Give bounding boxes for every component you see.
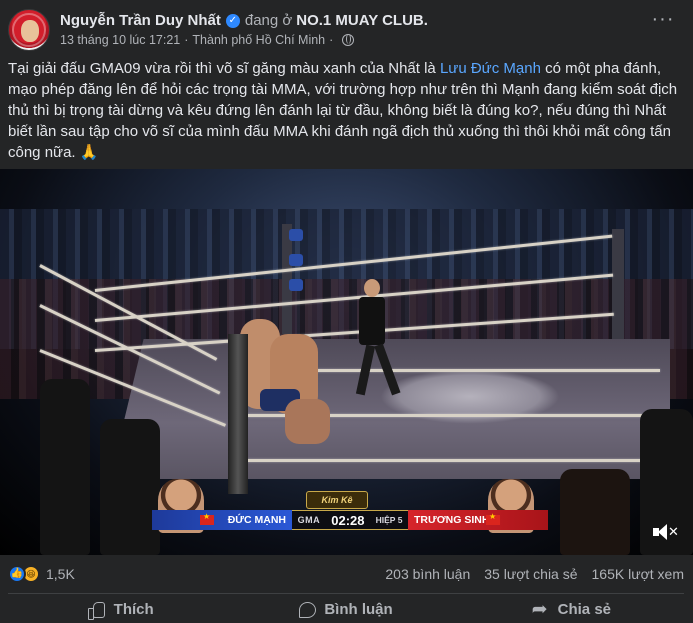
checkin-location-link[interactable]: NO.1 MUAY CLUB. (296, 12, 428, 29)
comment-button[interactable]: Bình luận (233, 596, 458, 623)
status-text: đang ở (244, 12, 293, 29)
post-meta: 13 tháng 10 lúc 17:21 · Thành phố Hồ Chí… (60, 33, 355, 47)
verified-badge-icon: ✓ (225, 13, 240, 28)
referee-figure (355, 279, 401, 399)
fighter-leg (285, 399, 330, 444)
scoreboard-center: GMA 02:28 HIỆP 5 (292, 510, 408, 530)
spectator-figure (560, 469, 630, 555)
vietnam-flag-icon (486, 512, 500, 525)
actions-divider (8, 593, 684, 594)
post-text-part-1: Tại giải đấu GMA09 vừa rồi thì võ sĩ găn… (8, 60, 440, 77)
meta-separator-2: · (329, 33, 334, 47)
share-icon (532, 598, 550, 621)
more-options-button[interactable]: ··· (646, 9, 680, 34)
like-reaction-icon: 👍 (8, 565, 26, 583)
author-avatar[interactable] (8, 9, 50, 51)
corner-pad (289, 254, 303, 266)
like-label: Thích (113, 601, 154, 618)
post-actions: Thích Bình luận Chia sẻ (8, 596, 684, 623)
like-button[interactable]: Thích (8, 596, 233, 623)
volume-muted-icon[interactable]: ✕ (653, 523, 679, 543)
reactions-count[interactable]: 1,5K (46, 566, 75, 582)
fighter-left-name: ĐỨC MẠNH (227, 514, 286, 526)
mute-x-icon: ✕ (668, 524, 679, 539)
shares-count[interactable]: 35 lượt chia sẻ (484, 566, 577, 582)
post-stats: 👍 😆 1,5K 203 bình luận 35 lượt chia sẻ 1… (8, 561, 684, 587)
reactions-summary[interactable]: 👍 😆 1,5K (8, 565, 75, 583)
globe-icon (342, 34, 355, 46)
share-label: Chia sẻ (557, 601, 611, 618)
comment-icon (299, 601, 317, 618)
thumbs-up-icon (87, 601, 106, 620)
speaker-icon-part (658, 524, 667, 540)
scoreboard-right: TRƯƠNG SINH (408, 510, 548, 530)
comments-count[interactable]: 203 bình luận (385, 566, 470, 582)
post-body: Tại giải đấu GMA09 vừa rồi thì võ sĩ găn… (8, 58, 684, 163)
ring-post-left (228, 334, 248, 494)
round-label: HIỆP 5 (375, 515, 403, 525)
vietnam-flag-icon (200, 512, 214, 525)
spectator-figure (100, 419, 160, 555)
referee-body (359, 297, 385, 345)
post-timestamp[interactable]: 13 tháng 10 lúc 17:21 (60, 33, 180, 47)
scoreboard-left: ĐỨC MẠNH (152, 510, 292, 530)
meta-separator: · (184, 33, 189, 47)
corner-pad (289, 229, 303, 241)
ring-rope (240, 459, 680, 462)
comment-label: Bình luận (324, 601, 393, 618)
post-place-link[interactable]: Thành phố Hồ Chí Minh (192, 33, 325, 47)
corner-pad (289, 279, 303, 291)
video-player[interactable]: Kim Kê ĐỨC MẠNH GMA 02:28 HIỆP 5 TRƯƠNG … (0, 169, 693, 555)
avatar-face (21, 20, 39, 42)
mention-link[interactable]: Lưu Đức Mạnh (440, 60, 541, 77)
scoreboard-brand: GMA (297, 515, 321, 525)
facebook-post: Nguyễn Trần Duy Nhất ✓ đang ở NO.1 MUAY … (0, 0, 693, 623)
share-button[interactable]: Chia sẻ (459, 596, 684, 623)
referee-head (364, 279, 380, 297)
sponsor-logo: Kim Kê (306, 491, 368, 509)
post-header: Nguyễn Trần Duy Nhất ✓ đang ở NO.1 MUAY … (8, 8, 688, 52)
views-count: 165K lượt xem (591, 566, 684, 582)
round-clock: 02:28 (331, 512, 365, 528)
engagement-counts: 203 bình luận 35 lượt chia sẻ 165K lượt … (385, 566, 684, 582)
ring-post-right (612, 229, 624, 339)
scoreboard: ĐỨC MẠNH GMA 02:28 HIỆP 5 TRƯƠNG SINH (152, 510, 548, 530)
fighter-right-name: TRƯƠNG SINH (414, 514, 490, 526)
referee-leg (355, 344, 376, 396)
header-line: Nguyễn Trần Duy Nhất ✓ đang ở NO.1 MUAY … (60, 12, 428, 29)
author-name[interactable]: Nguyễn Trần Duy Nhất (60, 12, 221, 29)
spectator-figure (40, 379, 90, 555)
